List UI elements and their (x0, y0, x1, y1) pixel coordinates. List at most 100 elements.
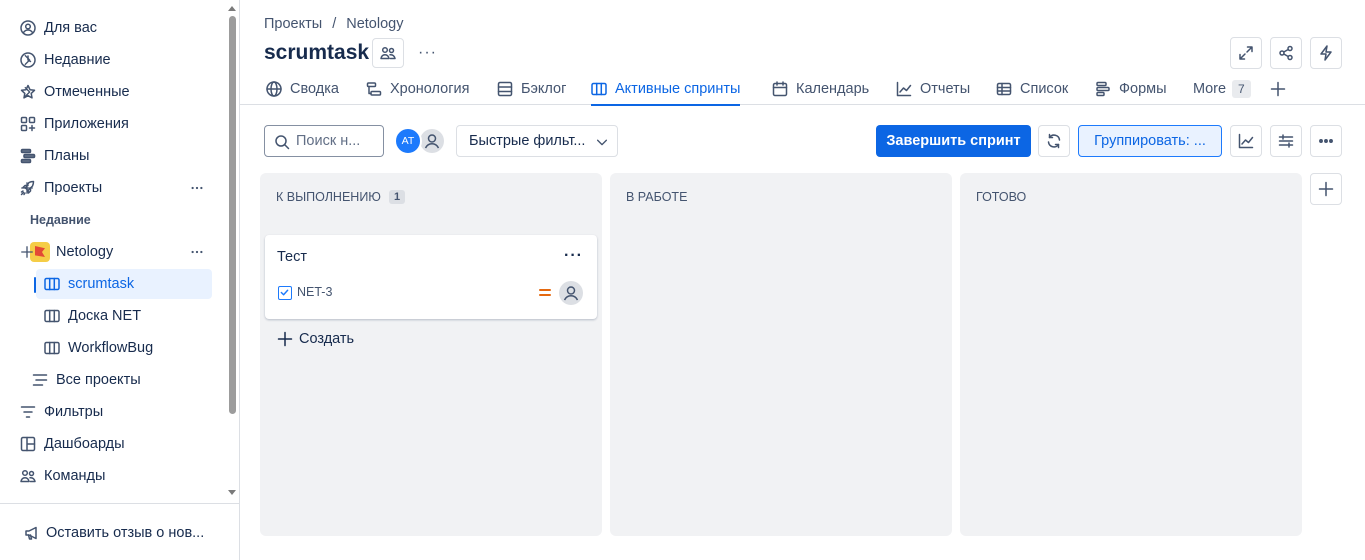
forms-icon (1096, 81, 1110, 97)
sidebar-item-label: Netology (56, 244, 114, 260)
scroll-down-icon[interactable] (228, 490, 236, 495)
title-more-button[interactable]: ··· (418, 44, 437, 62)
column-in-progress: В РАБОТЕ (610, 173, 952, 536)
sidebar-item-label: scrumtask (68, 276, 135, 292)
filter-icon (20, 406, 36, 418)
card-more-icon[interactable]: ··· (564, 248, 583, 264)
page-title: scrumtask (264, 41, 370, 64)
search-icon (275, 135, 290, 150)
sidebar-item-starred[interactable]: Отмеченные (12, 77, 212, 107)
sidebar-all-projects[interactable]: Все проекты (12, 365, 212, 395)
tab-active-sprints[interactable]: Активные спринты (591, 78, 741, 106)
complete-sprint-button[interactable]: Завершить спринт (876, 125, 1031, 157)
column-header: К ВЫПОЛНЕНИЮ 1 (276, 190, 406, 204)
board-more-button[interactable] (1310, 125, 1342, 157)
people-icon (20, 469, 36, 483)
tab-label: More (1193, 81, 1227, 97)
tab-label: Список (1020, 81, 1069, 97)
tab-summary[interactable]: Сводка (266, 78, 339, 104)
group-by-button[interactable]: Группировать: ... (1078, 125, 1222, 157)
sidebar-project-netology[interactable]: Netology (12, 237, 212, 267)
people-button[interactable] (372, 38, 404, 68)
user-icon (563, 286, 579, 301)
sidebar-board-workflowbug[interactable]: WorkflowBug (12, 333, 212, 363)
user-circle-icon (20, 20, 36, 36)
tab-calendar[interactable]: Календарь (772, 78, 869, 104)
user-icon (424, 134, 440, 149)
automation-button[interactable] (1310, 37, 1342, 69)
fullscreen-button[interactable] (1230, 37, 1262, 69)
plans-icon (20, 148, 36, 164)
sidebar-item-label: Для вас (44, 20, 98, 36)
sidebar-item-for-you[interactable]: Для вас (12, 13, 212, 43)
board-icon (591, 82, 607, 96)
breadcrumb: Проекты / Netology (264, 16, 403, 32)
tab-backlog[interactable]: Бэклог (497, 78, 566, 104)
more-icon[interactable] (190, 181, 204, 195)
avatar-at[interactable]: AT (394, 127, 422, 155)
sprint-refresh-button[interactable] (1038, 125, 1070, 157)
share-button[interactable] (1270, 37, 1302, 69)
sidebar-item-plans[interactable]: Планы (12, 141, 212, 171)
tab-label: Бэклог (521, 81, 567, 97)
sidebar-item-label: Команды (44, 468, 106, 484)
column-header: ГОТОВО (976, 190, 1026, 204)
sidebar-board-scrumtask[interactable]: scrumtask (36, 269, 212, 299)
plus-icon[interactable] (20, 181, 34, 195)
list-lines-icon (32, 374, 48, 386)
tab-label: Активные спринты (615, 81, 741, 97)
sidebar-item-projects[interactable]: Проекты (12, 173, 212, 203)
tab-more[interactable]: More 7 (1193, 78, 1251, 104)
feedback-button[interactable]: Оставить отзыв о нов... (0, 503, 239, 560)
insights-button[interactable] (1230, 125, 1262, 157)
active-indicator (34, 277, 36, 293)
globe-icon (266, 81, 282, 97)
expand-icon (1239, 46, 1253, 60)
calendar-icon (772, 81, 788, 97)
issue-key[interactable]: NET-3 (297, 285, 332, 299)
issue-card[interactable]: Тест ··· NET-3 (265, 235, 597, 319)
sidebar-item-dashboards[interactable]: Дашбоарды (12, 429, 212, 459)
recent-heading: Недавние (30, 213, 91, 227)
view-settings-button[interactable] (1270, 125, 1302, 157)
dashboard-icon (20, 436, 36, 452)
more-icon[interactable] (190, 245, 204, 259)
sidebar-item-label: Проекты (44, 180, 103, 196)
avatar-unassigned[interactable] (420, 129, 444, 153)
breadcrumb-separator: / (332, 16, 337, 32)
search-input[interactable]: Поиск н... (264, 125, 384, 157)
tab-forms[interactable]: Формы (1095, 78, 1167, 104)
quick-filters-dropdown[interactable]: Быстрые фильт... (456, 125, 618, 157)
tab-more-count: 7 (1232, 80, 1251, 98)
tab-timeline[interactable]: Хронология (366, 78, 469, 104)
tab-reports[interactable]: Отчеты (896, 78, 970, 104)
add-tab-icon[interactable] (1270, 81, 1286, 97)
sidebar-item-apps[interactable]: Приложения (12, 109, 212, 139)
board-icon (44, 341, 60, 355)
people-icon (380, 46, 396, 60)
sidebar-item-label: Все проекты (56, 372, 141, 388)
project-tabs: Сводка Хронология Бэклог Активные спринт… (240, 78, 1365, 106)
plus-icon[interactable] (20, 245, 34, 259)
add-column-button[interactable] (1310, 173, 1342, 205)
sidebar-board-net[interactable]: Доска NET (12, 301, 212, 331)
timeline-icon (366, 82, 382, 96)
sidebar-item-filters[interactable]: Фильтры (12, 397, 212, 427)
sidebar-item-label: Планы (44, 148, 90, 164)
sidebar-scroll-thumb[interactable] (229, 16, 236, 414)
plus-icon (1318, 181, 1334, 197)
scroll-up-icon[interactable] (228, 6, 236, 11)
breadcrumb-netology[interactable]: Netology (346, 16, 403, 32)
tab-list[interactable]: Список (996, 78, 1068, 104)
column-count: 1 (388, 190, 406, 204)
breadcrumb-projects[interactable]: Проекты (264, 16, 322, 32)
sidebar-item-teams[interactable]: Команды (12, 461, 212, 491)
assignee-avatar[interactable] (559, 281, 583, 305)
sidebar-item-recent[interactable]: Недавние (12, 45, 212, 75)
column-title: К ВЫПОЛНЕНИЮ (276, 190, 381, 204)
search-placeholder: Поиск н... (296, 133, 361, 149)
sidebar-item-label: Отмеченные (44, 84, 130, 100)
lightning-icon (1320, 45, 1332, 61)
create-issue-button[interactable]: Создать (277, 331, 354, 347)
more-icon (1319, 139, 1333, 143)
